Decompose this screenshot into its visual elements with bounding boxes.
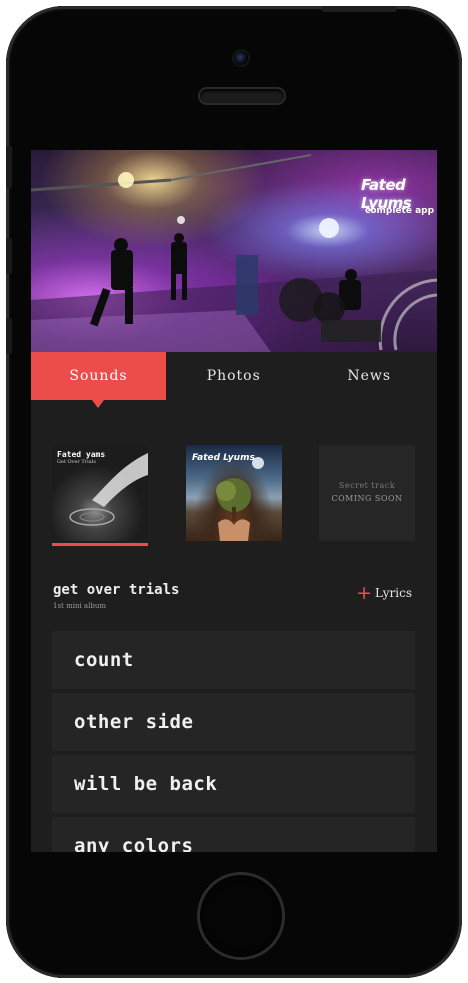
app-screen: Fated Lyums complete app Sounds Photos N… <box>31 150 437 852</box>
album-cover-second[interactable]: Fated Lyums <box>186 445 282 541</box>
volume-down-button <box>6 318 12 354</box>
secret-track-label: Secret track <box>338 481 396 490</box>
selected-album-indicator <box>52 543 148 546</box>
album-cover-title: Fated yams <box>57 450 106 459</box>
tab-bar: Sounds Photos News <box>31 352 438 408</box>
tab-sounds[interactable]: Sounds <box>31 352 166 408</box>
lyrics-label: Lyrics <box>375 586 412 600</box>
track-row[interactable]: any colors <box>52 817 415 852</box>
album-cover-subtitle: Get Over Trials <box>57 459 96 465</box>
album-subtitle: 1st mini album <box>53 602 106 610</box>
track-title: any colors <box>74 835 194 852</box>
lyrics-button[interactable]: + Lyrics <box>356 582 412 604</box>
track-row[interactable]: other side <box>52 693 415 751</box>
plus-icon: + <box>356 582 372 604</box>
album-secret-track[interactable]: Secret track COMING SOON <box>319 445 415 541</box>
track-title: will be back <box>74 773 218 795</box>
front-camera <box>234 51 248 65</box>
mute-switch <box>6 146 12 188</box>
album-cover-get-over-trials[interactable]: Fated yams Get Over Trials <box>52 445 148 541</box>
track-row[interactable]: count <box>52 631 415 689</box>
track-title: count <box>74 649 134 671</box>
track-row[interactable]: will be back <box>52 755 415 813</box>
coming-soon-label: COMING SOON <box>331 494 403 503</box>
hero-image: Fated Lyums complete app <box>31 150 437 352</box>
earpiece-speaker <box>200 89 284 103</box>
hero-subtitle: complete app <box>365 206 435 216</box>
volume-up-button <box>6 238 12 274</box>
tab-photos[interactable]: Photos <box>166 352 302 400</box>
album-title: get over trials <box>53 582 180 598</box>
track-title: other side <box>74 711 194 733</box>
album-cover-title: Fated Lyums <box>192 453 255 463</box>
home-button[interactable] <box>200 875 282 957</box>
power-button <box>322 6 396 12</box>
tab-news[interactable]: News <box>302 352 438 400</box>
